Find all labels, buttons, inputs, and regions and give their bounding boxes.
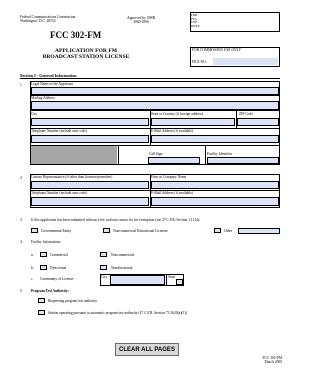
zip-field[interactable] <box>237 118 279 126</box>
item2-number: 2. <box>20 176 23 180</box>
item1-number: 1. <box>20 83 23 87</box>
automatic-pta-label: Station operating pursuant to automatic … <box>48 311 188 315</box>
item4c-letter: c. <box>31 277 34 281</box>
requesting-pta-label: Requesting program test authority. <box>48 299 98 303</box>
fcc-registration-shaded-field <box>31 146 117 164</box>
community-label: Community of License: <box>40 277 75 281</box>
item5-number: 5. <box>20 289 23 293</box>
noncommercial-label: Noncommercial <box>111 253 135 257</box>
email2-field[interactable] <box>151 197 279 206</box>
firm-name-field[interactable] <box>151 181 279 189</box>
fcc-use-only-box[interactable] <box>190 12 280 32</box>
mailing-address-field[interactable] <box>31 101 279 110</box>
item4-number: 4. <box>20 240 23 244</box>
file-no-field[interactable] <box>213 58 278 65</box>
telephone-field[interactable] <box>31 135 149 143</box>
other-checkbox[interactable] <box>214 228 221 233</box>
directional-label: Directional <box>50 266 67 270</box>
clear-all-pages-button[interactable]: CLEAR ALL PAGES <box>115 343 179 356</box>
call-sign-field[interactable] <box>148 157 200 164</box>
email-label: E-Mail Address (if available) <box>151 128 194 133</box>
commercial-label: Commercial <box>50 253 68 257</box>
nondirectional-label: Nondirectional <box>111 266 133 270</box>
directional-checkbox[interactable] <box>40 265 47 270</box>
community-city-field[interactable] <box>110 275 165 285</box>
other-label: Other <box>224 229 233 233</box>
commission-use-label: FOR COMMISSION USE ONLY <box>192 48 242 52</box>
state-field[interactable] <box>151 118 235 126</box>
divider <box>118 145 119 165</box>
item4b-letter: b. <box>31 266 34 270</box>
section-divider <box>20 78 280 79</box>
form-footer: FCC 302-FM March 2000 <box>262 356 282 364</box>
facility-info-label: Facility Information: <box>31 240 62 244</box>
telephone2-label: Telephone Number (include area code) <box>31 190 88 195</box>
email2-label: E-Mail Address (if available) <box>151 190 194 195</box>
community-city-label: City <box>101 274 108 279</box>
nondirectional-checkbox[interactable] <box>100 265 107 270</box>
omb-approval: Approved by OMB 3060-0506 <box>127 16 155 24</box>
divider <box>30 110 280 111</box>
file-no-label: FILE NO. <box>192 60 207 64</box>
state-label: State or Country (if foreign address) <box>151 111 204 116</box>
commercial-checkbox[interactable] <box>40 252 47 257</box>
telephone2-field[interactable] <box>31 197 149 206</box>
agency-name: Federal Communications Commission Washin… <box>20 15 76 23</box>
contact-rep-label: Contact Representative (if other than li… <box>31 174 113 179</box>
gov-entity-checkbox[interactable] <box>31 228 38 233</box>
page-title: APPLICATION FOR FM BROADCAST STATION LIC… <box>42 48 130 61</box>
other-reason-field[interactable] <box>238 228 280 234</box>
facility-id-field[interactable] <box>207 157 279 164</box>
requesting-pta-checkbox[interactable] <box>38 298 45 303</box>
contact-rep-field[interactable] <box>31 181 149 189</box>
noncommercial-edu-label: Noncommercial Educational Licensee <box>113 229 168 233</box>
firm-name-label: Firm or Company Name <box>151 174 187 179</box>
gov-entity-label: Governmental Entity <box>41 229 72 233</box>
noncommercial-checkbox[interactable] <box>100 252 107 257</box>
email-field[interactable] <box>151 135 279 143</box>
form-number: FCC 302-FM <box>50 30 102 40</box>
fee-exemption-text: If this application has been submitted w… <box>31 218 201 222</box>
automatic-pta-checkbox[interactable] <box>38 310 45 315</box>
city-label: City <box>31 111 38 116</box>
item3-number: 3. <box>20 218 23 222</box>
noncommercial-edu-checkbox[interactable] <box>103 228 110 233</box>
city-field[interactable] <box>31 118 149 126</box>
zip-label: ZIP Code <box>239 111 253 116</box>
program-test-label: Program Test Authority: <box>31 289 69 293</box>
item4a-letter: a. <box>31 253 34 257</box>
community-state-field[interactable] <box>176 279 183 285</box>
telephone-label: Telephone Number (include area code) <box>31 128 88 133</box>
legal-name-field[interactable] <box>31 87 279 95</box>
divider <box>30 95 280 96</box>
community-state-label: State <box>168 274 176 279</box>
